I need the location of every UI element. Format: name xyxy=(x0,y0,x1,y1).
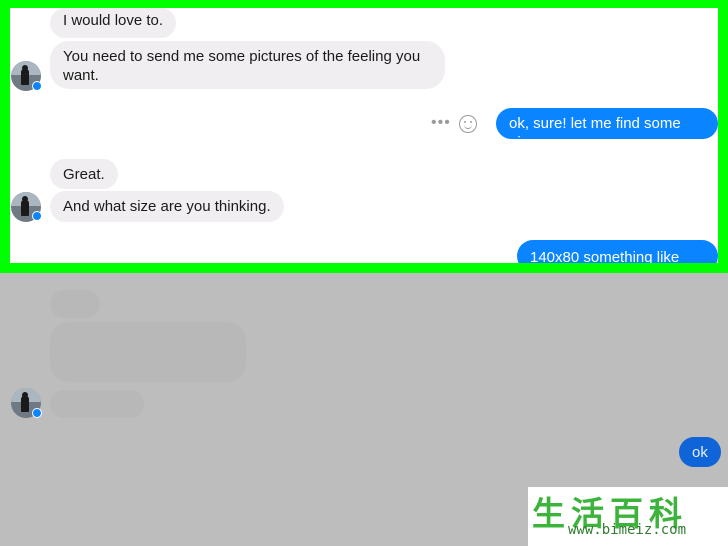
message-text: And what size are you thinking. xyxy=(63,198,271,215)
message-outgoing: ok xyxy=(679,437,721,467)
smiley-icon[interactable] xyxy=(459,115,477,133)
message-incoming: And what size are you thinking. xyxy=(50,191,284,222)
message-outgoing: 140x80 something like that xyxy=(517,240,718,266)
message-text: Great. xyxy=(63,166,105,183)
message-incoming-dimmed xyxy=(50,322,246,382)
message-incoming: I would love to. xyxy=(50,8,177,38)
message-incoming-dimmed xyxy=(50,390,144,418)
watermark: 生活百科 www.bimeiz.com xyxy=(528,487,728,546)
message-incoming: Great. xyxy=(50,159,118,189)
message-outgoing: ok, sure! let me find some pics xyxy=(496,108,718,151)
message-text: I would love to. xyxy=(63,12,164,29)
messenger-badge-icon xyxy=(32,81,42,91)
messenger-badge-icon xyxy=(32,211,42,221)
watermark-url: www.bimeiz.com xyxy=(568,522,687,538)
message-text: 140x80 something like that xyxy=(530,249,680,266)
messenger-badge-icon xyxy=(32,408,42,418)
message-text: ok, sure! let me find some pics xyxy=(509,115,681,151)
more-options-icon[interactable]: ••• xyxy=(431,114,451,132)
message-incoming-dimmed xyxy=(50,290,100,318)
message-text: want. xyxy=(63,67,99,84)
message-text: You need to send me some pictures of the… xyxy=(63,48,421,65)
highlighted-chat-region: I would love to. You need to send me som… xyxy=(0,0,728,273)
message-incoming: You need to send me some pictures of the… xyxy=(50,41,445,89)
message-text: ok xyxy=(692,444,708,461)
